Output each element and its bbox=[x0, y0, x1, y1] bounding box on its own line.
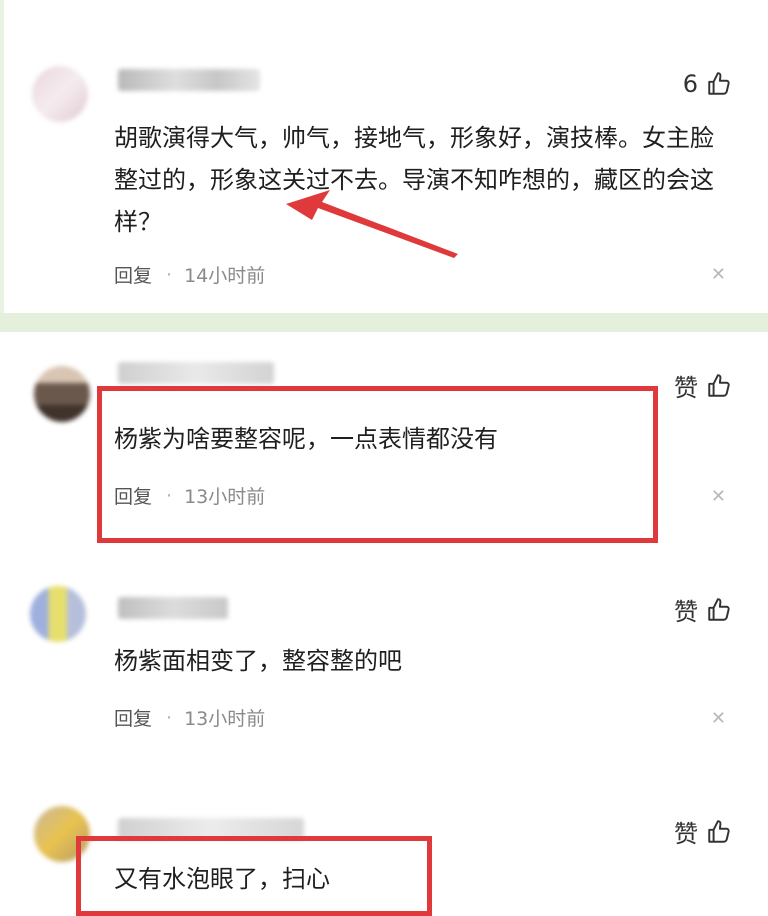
highlight-box bbox=[76, 836, 432, 916]
timestamp: 13小时前 bbox=[184, 708, 266, 730]
comment-text: 杨紫面相变了，整容整的吧 bbox=[114, 647, 402, 675]
thumbs-up-icon bbox=[708, 819, 730, 843]
section-divider bbox=[0, 313, 768, 332]
close-icon[interactable]: ✕ bbox=[711, 264, 726, 285]
avatar[interactable] bbox=[30, 586, 86, 642]
like-label: 赞 bbox=[674, 820, 698, 848]
close-icon[interactable]: ✕ bbox=[711, 708, 726, 729]
comment-meta: 回复 · 14小时前 bbox=[114, 261, 265, 288]
comment-meta: 回复 · 13小时前 bbox=[114, 704, 265, 731]
like-label: 赞 bbox=[674, 598, 698, 626]
username-blurred[interactable] bbox=[118, 597, 228, 619]
thumbs-up-icon bbox=[708, 597, 730, 621]
highlight-box bbox=[97, 386, 658, 543]
red-arrow-annotation bbox=[286, 190, 458, 258]
like-button[interactable]: 6 bbox=[683, 70, 732, 98]
thumbs-up-icon bbox=[708, 373, 730, 397]
like-count: 6 bbox=[682, 70, 698, 98]
reply-button[interactable]: 回复 bbox=[114, 261, 152, 288]
avatar[interactable] bbox=[34, 366, 90, 422]
left-edge-strip bbox=[0, 0, 4, 313]
username-blurred[interactable] bbox=[118, 362, 274, 384]
like-button[interactable]: 赞 bbox=[674, 368, 732, 403]
like-button[interactable]: 赞 bbox=[674, 592, 732, 627]
avatar[interactable] bbox=[32, 66, 88, 122]
reply-button[interactable]: 回复 bbox=[114, 704, 152, 731]
timestamp: 14小时前 bbox=[184, 265, 266, 287]
close-icon[interactable]: ✕ bbox=[711, 486, 726, 507]
like-label: 赞 bbox=[674, 374, 698, 402]
thumbs-up-icon bbox=[708, 72, 730, 95]
like-button[interactable]: 赞 bbox=[674, 814, 732, 849]
username-blurred[interactable] bbox=[118, 69, 260, 91]
separator-dot: · bbox=[166, 263, 173, 286]
separator-dot: · bbox=[166, 706, 173, 729]
